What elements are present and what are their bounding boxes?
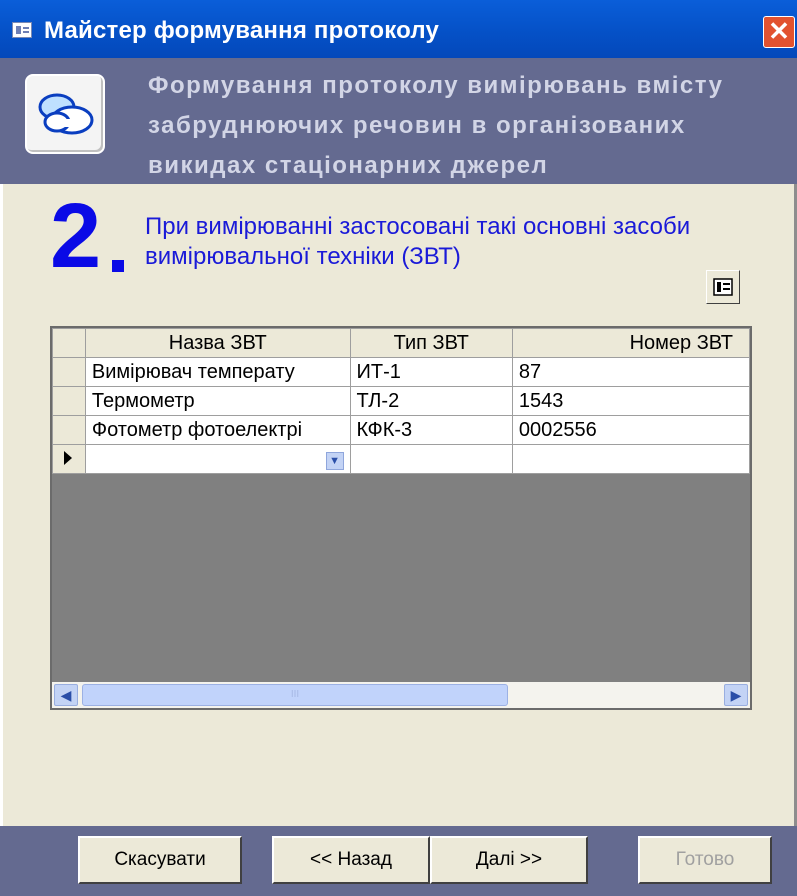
header-text: Формування протоколу вимірювань вмісту з… [148, 72, 724, 179]
row-selector[interactable] [52, 386, 86, 416]
table-row[interactable]: Фотометр фотоелектрі КФК-3 0002556 [52, 415, 751, 445]
table-row[interactable]: Вимірювач температу ИТ-1 87 [52, 357, 751, 387]
column-header[interactable]: Тип ЗВТ [349, 328, 513, 358]
scroll-left-icon[interactable]: ◀ [54, 684, 78, 706]
finish-button[interactable]: Готово [638, 836, 772, 884]
select-all-cell[interactable] [52, 328, 86, 358]
cell[interactable] [511, 444, 751, 474]
cell[interactable]: 87 [511, 357, 751, 387]
chevron-down-icon[interactable]: ▼ [325, 452, 344, 470]
header-row: Назва ЗВТ Тип ЗВТ Номер ЗВТ [52, 328, 751, 358]
close-button[interactable]: ✕ [763, 16, 795, 48]
window-title: Майстер формування протоколу [44, 17, 440, 44]
scroll-thumb[interactable]: III [82, 684, 508, 706]
table-row[interactable]: Термометр ТЛ-2 1543 [52, 386, 751, 416]
form-icon [12, 22, 32, 38]
step-dot [112, 260, 124, 272]
cell[interactable]: КФК-3 [349, 415, 513, 445]
form-view-icon [713, 278, 733, 296]
cell[interactable]: ТЛ-2 [349, 386, 513, 416]
next-button[interactable]: Далі >> [430, 836, 588, 884]
back-button[interactable]: << Назад [272, 836, 430, 884]
cell[interactable]: Фотометр фотоелектрі [84, 415, 351, 445]
clouds-icon [25, 74, 105, 154]
row-selector[interactable] [52, 357, 86, 387]
cell[interactable]: Термометр [84, 386, 351, 416]
cell[interactable]: Вимірювач температу [84, 357, 351, 387]
step-description: При вимірюванні застосовані такі основні… [145, 213, 691, 270]
grid-table: Назва ЗВТ Тип ЗВТ Номер ЗВТ Вимірювач те… [52, 328, 751, 474]
frame-edge [0, 184, 3, 826]
cancel-button[interactable]: Скасувати [78, 836, 242, 884]
title-bar[interactable]: Майстер формування протоколу ✕ [0, 0, 797, 58]
combo-cell[interactable]: ▼ [84, 444, 351, 474]
new-record-row[interactable]: ▼ [52, 444, 751, 474]
data-grid[interactable]: Назва ЗВТ Тип ЗВТ Номер ЗВТ Вимірювач те… [50, 326, 752, 710]
cell[interactable] [349, 444, 513, 474]
cell[interactable]: 0002556 [511, 415, 751, 445]
wizard-window: Майстер формування протоколу ✕ Формуванн… [0, 0, 797, 896]
column-header[interactable]: Назва ЗВТ [84, 328, 351, 358]
row-selector[interactable] [52, 415, 86, 445]
row-selector[interactable] [52, 444, 86, 474]
cell[interactable]: 1543 [511, 386, 751, 416]
horizontal-scrollbar[interactable]: ◀ III ▶ [52, 682, 750, 708]
current-row-arrow-icon [64, 450, 72, 465]
scroll-right-icon[interactable]: ▶ [724, 684, 748, 706]
cell[interactable]: ИТ-1 [349, 357, 513, 387]
step-number: 2 [50, 185, 102, 287]
form-view-button[interactable] [706, 270, 740, 304]
column-header[interactable]: Номер ЗВТ [511, 328, 751, 358]
